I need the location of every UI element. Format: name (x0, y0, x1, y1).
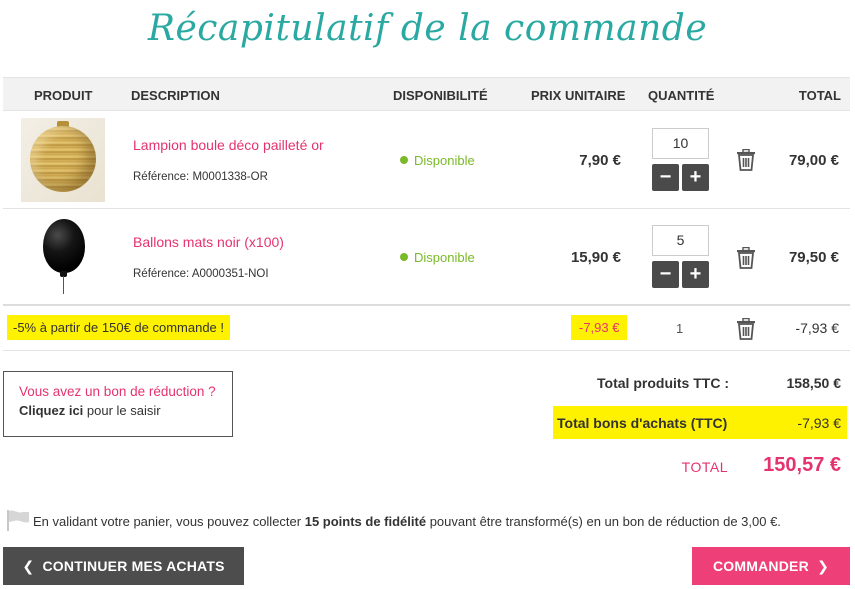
trash-icon[interactable] (736, 149, 756, 171)
total-products-value: 158,50 € (786, 375, 842, 391)
trash-icon[interactable] (736, 247, 756, 269)
product-name-link[interactable]: Ballons mats noir (x100) (133, 234, 284, 250)
product-reference: Référence: M0001338-OR (133, 171, 268, 183)
quantity-increase-button[interactable]: + (682, 164, 709, 191)
chevron-right-icon: ❯ (817, 558, 830, 574)
gold-paper-lantern-icon (30, 126, 96, 192)
availability-status: Disponible (400, 250, 475, 265)
trash-icon[interactable] (736, 318, 756, 340)
chevron-left-icon: ❮ (22, 558, 35, 574)
promotion-label: -5% à partir de 150€ de commande ! (7, 315, 231, 340)
status-dot-icon (400, 156, 408, 164)
quantity-increase-button[interactable]: + (682, 261, 709, 288)
promotion-unit-price: -7,93 € (571, 315, 628, 340)
continue-shopping-button[interactable]: ❮ CONTINUER MES ACHATS (3, 547, 244, 585)
header-product: PRODUIT (34, 88, 93, 103)
quantity-decrease-button[interactable]: − (652, 164, 679, 191)
grand-total-value: 150,57 € (763, 454, 841, 476)
product-reference: Référence: A0000351-NOI (133, 268, 269, 280)
quantity-decrease-button[interactable]: − (652, 261, 679, 288)
order-button[interactable]: COMMANDER ❯ (692, 547, 850, 585)
unit-price: 7,90 € (579, 152, 621, 169)
voucher-link[interactable]: Cliquez ici (19, 403, 83, 418)
header-availability: DISPONIBILITÉ (393, 88, 488, 103)
header-total: TOTAL (798, 88, 841, 103)
voucher-box[interactable]: Vous avez un bon de réduction ? Cliquez … (3, 371, 233, 437)
table-row: Ballons mats noir (x100) Référence: A000… (3, 209, 850, 306)
status-dot-icon (400, 253, 408, 261)
availability-status: Disponible (400, 153, 475, 168)
total-vouchers-value: -7,93 € (797, 415, 841, 431)
table-header: PRODUIT DESCRIPTION DISPONIBILITÉ PRIX U… (3, 77, 850, 111)
unit-price: 15,90 € (570, 249, 621, 266)
product-image-balloon[interactable] (21, 213, 105, 297)
flag-icon (7, 510, 29, 531)
header-quantity: QUANTITÉ (648, 88, 715, 103)
quantity-input[interactable]: 5 (652, 225, 709, 256)
total-products-label: Total produits TTC : (597, 375, 729, 391)
black-balloon-icon (43, 219, 85, 273)
voucher-link-line[interactable]: Cliquez ici pour le saisir (19, 403, 232, 418)
promotion-total: -7,93 € (795, 320, 839, 336)
header-description: DESCRIPTION (131, 88, 220, 103)
product-image-lantern[interactable] (21, 118, 105, 202)
grand-total-label: TOTAL (681, 459, 728, 475)
product-name-link[interactable]: Lampion boule déco pailleté or (133, 137, 324, 153)
promotion-quantity: 1 (676, 321, 684, 336)
line-total: 79,50 € (788, 249, 839, 266)
loyalty-points: 15 points de fidélité (304, 514, 427, 529)
table-row: Lampion boule déco pailleté or Référence… (3, 111, 850, 209)
loyalty-message: En validant votre panier, vous pouvez co… (5, 509, 781, 531)
page-title: Récapitulatif de la commande (147, 8, 708, 49)
quantity-input[interactable]: 10 (652, 128, 709, 159)
voucher-question[interactable]: Vous avez un bon de réduction ? (19, 384, 232, 399)
promotion-row: -5% à partir de 150€ de commande ! -7,93… (3, 307, 850, 351)
total-vouchers-label: Total bons d'achats (TTC) (557, 415, 728, 431)
header-unit-price: PRIX UNITAIRE (531, 88, 626, 103)
line-total: 79,00 € (788, 152, 839, 169)
